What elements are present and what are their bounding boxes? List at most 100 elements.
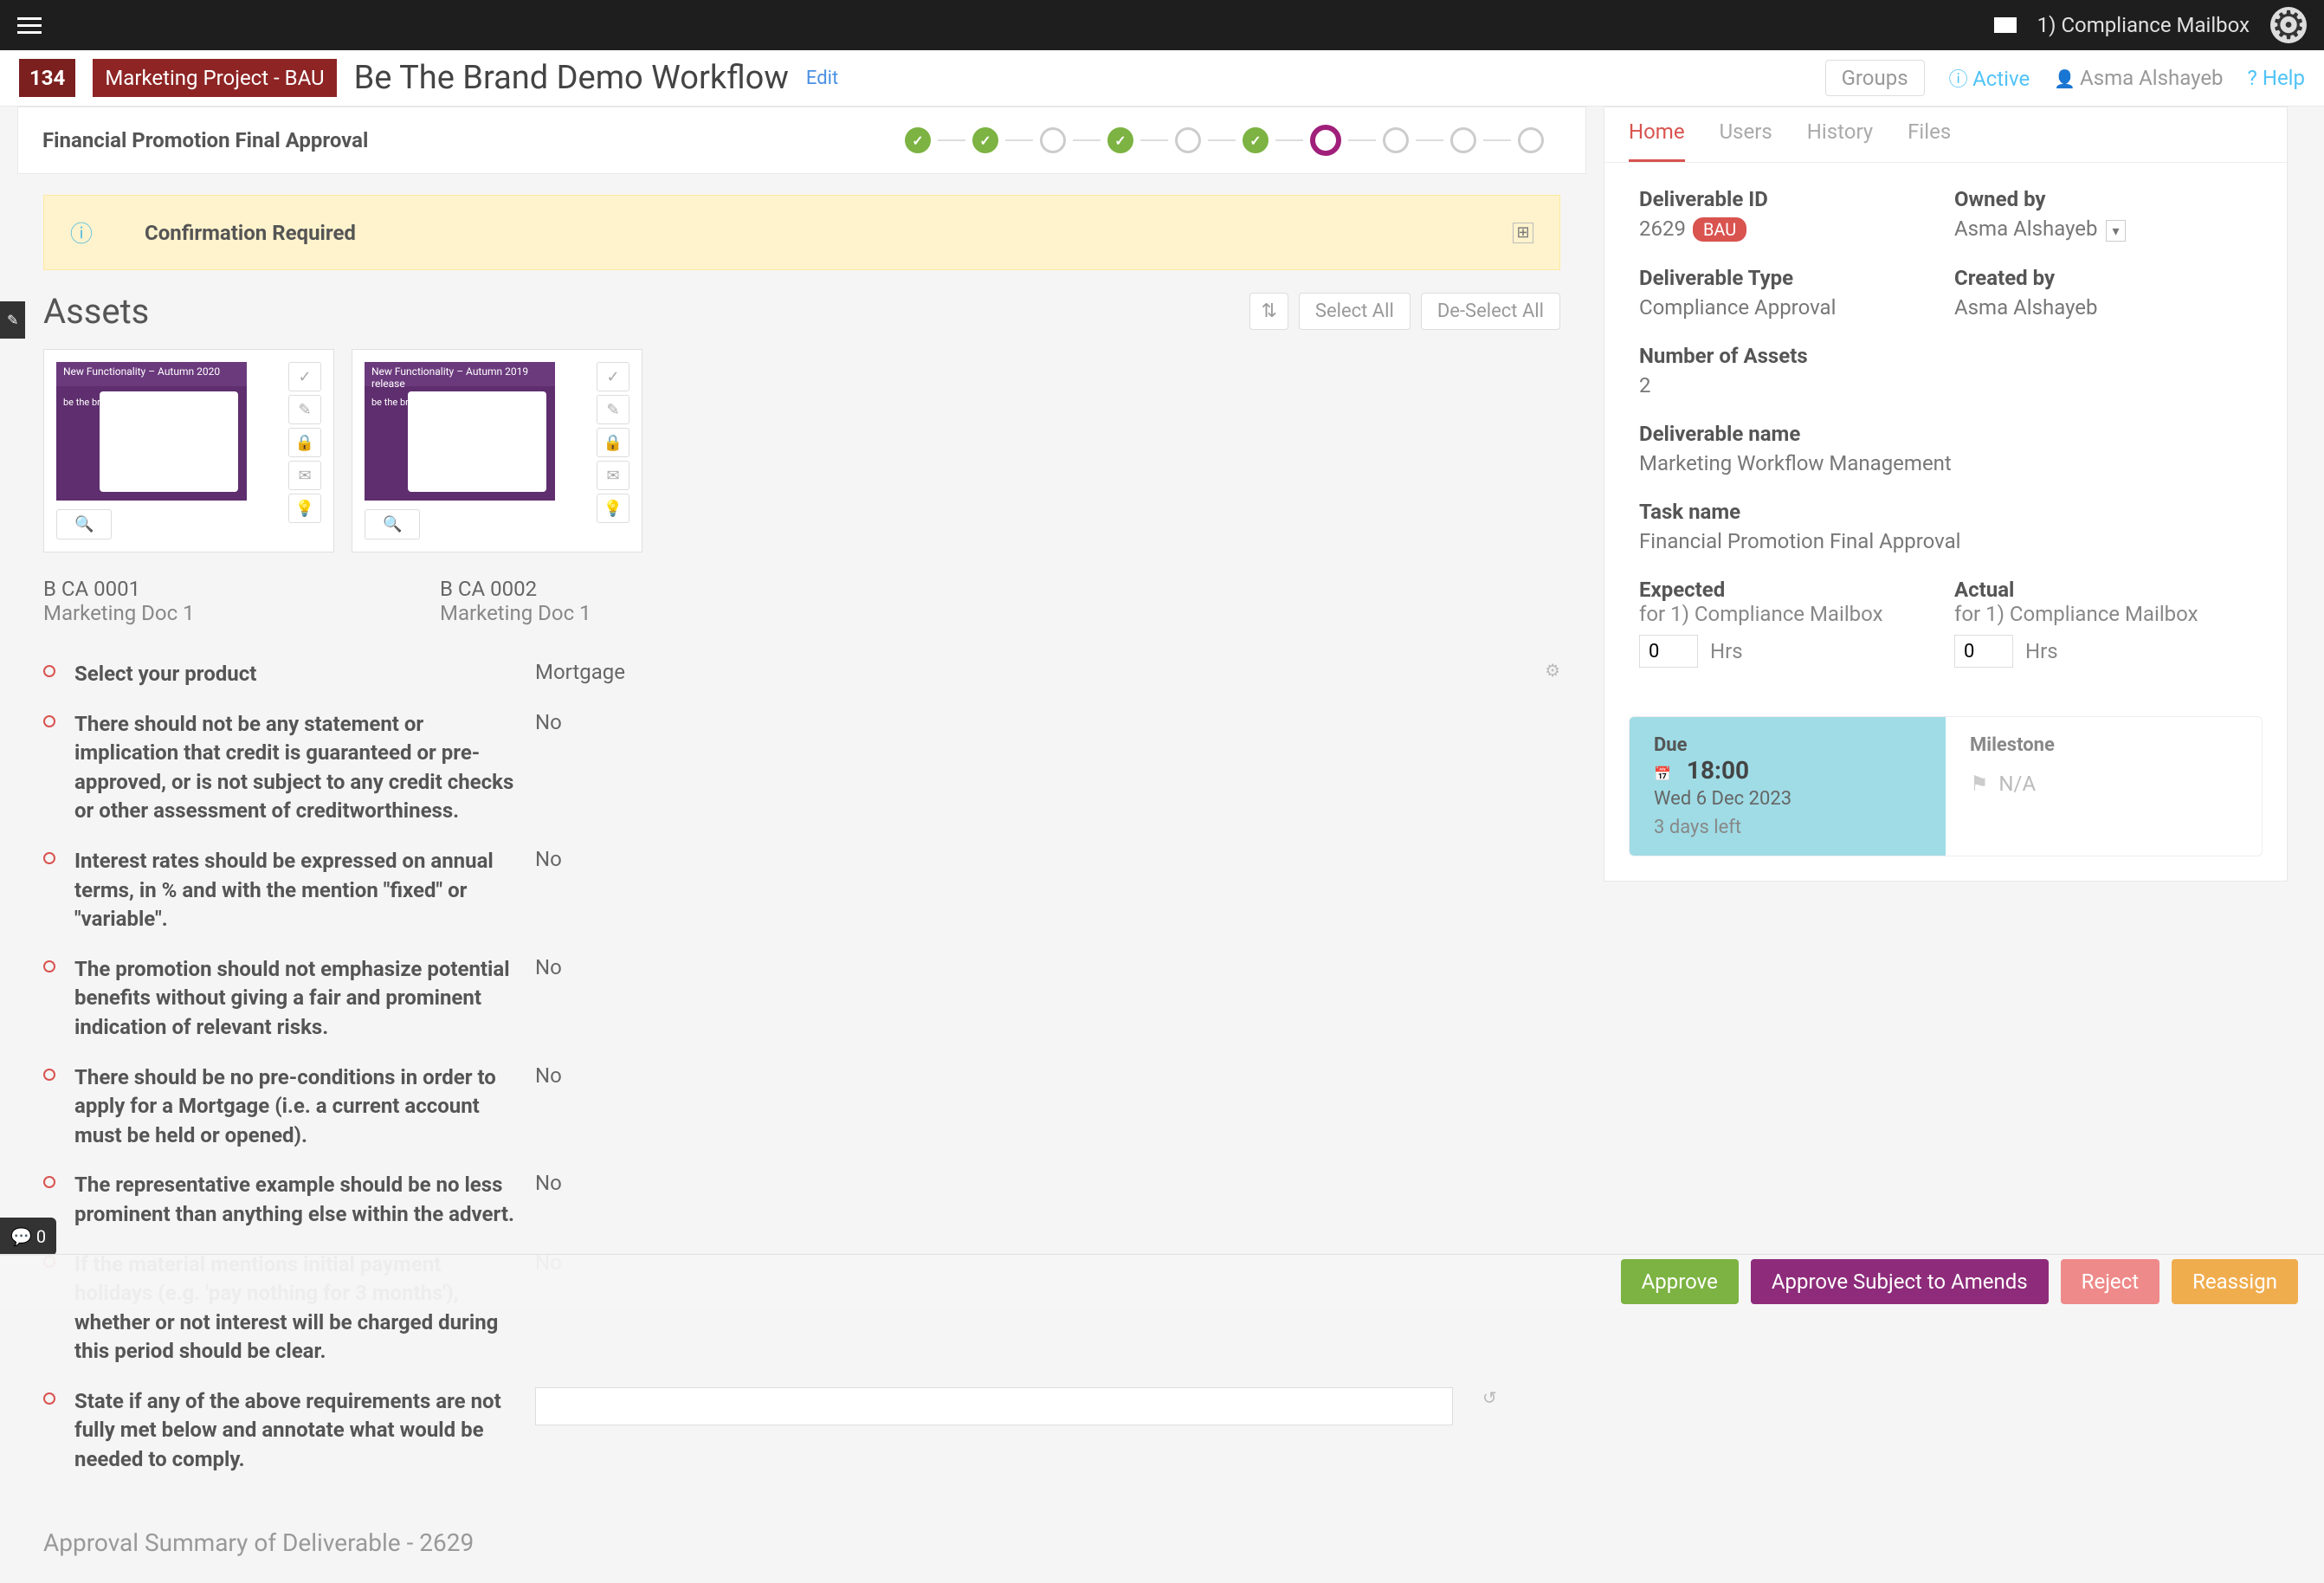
asset-idea-icon[interactable]: 💡: [597, 494, 629, 523]
q4-label: There should be no pre-conditions in ord…: [74, 1063, 516, 1151]
asset-card-1[interactable]: New Functionality – Autumn 2020 be the b…: [43, 349, 334, 552]
asset-annotate-icon[interactable]: ✉: [597, 461, 629, 490]
q3-label: The promotion should not emphasize poten…: [74, 955, 516, 1043]
q-product-value: Mortgage: [535, 660, 625, 684]
tab-home[interactable]: Home: [1629, 120, 1685, 162]
stage-step-9[interactable]: [1450, 127, 1476, 153]
created-by-label: Created by: [1954, 266, 2252, 290]
owned-by-label: Owned by: [1954, 187, 2252, 211]
q2-answer: No: [535, 847, 562, 871]
asset-select-icon[interactable]: ✓: [597, 362, 629, 391]
num-assets-label: Number of Assets: [1639, 344, 2252, 368]
stage-step-3[interactable]: [1040, 127, 1066, 153]
asset-1-code: B CA 0001: [43, 577, 334, 601]
asset-edit-icon[interactable]: ✎: [597, 395, 629, 424]
stage-label: Financial Promotion Final Approval: [42, 128, 368, 152]
asset-select-icon[interactable]: ✓: [288, 362, 321, 391]
asset-lock-icon[interactable]: 🔒: [288, 428, 321, 457]
asset-zoom-button[interactable]: 🔍: [365, 509, 420, 540]
expected-hours-input[interactable]: [1639, 635, 1698, 668]
user-mailbox-label: 1) Compliance Mailbox: [2037, 13, 2250, 37]
header-user: Asma Alshayeb: [2054, 66, 2223, 90]
stage-step-1[interactable]: [905, 127, 931, 153]
q3-answer: No: [535, 955, 562, 979]
workflow-header: 134 Marketing Project - BAU Be The Brand…: [0, 50, 2324, 107]
reject-button[interactable]: Reject: [2061, 1259, 2159, 1304]
chat-counter[interactable]: 💬 0: [0, 1218, 56, 1256]
asset-2-code: B CA 0002: [440, 577, 731, 601]
asset-thumbnail-1[interactable]: New Functionality – Autumn 2020 be the b…: [56, 362, 247, 501]
info-icon: ⓘ: [70, 216, 93, 249]
alert-expand-button[interactable]: ⊞: [1513, 223, 1533, 243]
created-by-value: Asma Alshayeb: [1954, 295, 2252, 320]
reassign-button[interactable]: Reassign: [2172, 1259, 2298, 1304]
deliverable-id: 2629: [1639, 216, 1686, 241]
asset-1-name: Marketing Doc 1: [43, 601, 334, 625]
approve-button[interactable]: Approve: [1621, 1259, 1739, 1304]
asset-zoom-button[interactable]: 🔍: [56, 509, 112, 540]
comply-notes-input[interactable]: [535, 1387, 1453, 1425]
milestone-panel: Milestone ⚑ N/A: [1946, 717, 2262, 856]
asset-edit-icon[interactable]: ✎: [288, 395, 321, 424]
select-all-button[interactable]: Select All: [1299, 293, 1411, 330]
due-panel: Due 📅18:00 Wed 6 Dec 2023 3 days left: [1630, 717, 1946, 856]
actual-for-user: 1) Compliance Mailbox: [1985, 602, 2198, 626]
q-product-config-icon[interactable]: ⚙: [1545, 660, 1560, 681]
edit-link[interactable]: Edit: [806, 68, 838, 89]
deselect-all-button[interactable]: De-Select All: [1421, 293, 1560, 330]
approve-amends-button[interactable]: Approve Subject to Amends: [1751, 1259, 2049, 1304]
asset-lock-icon[interactable]: 🔒: [597, 428, 629, 457]
asset-card-2[interactable]: New Functionality – Autumn 2019 release …: [352, 349, 642, 552]
bullet-icon: [43, 1392, 55, 1405]
reset-icon[interactable]: ↺: [1482, 1387, 1497, 1408]
side-edit-tab[interactable]: ✎: [0, 301, 25, 339]
expected-label: Expected: [1639, 578, 1937, 602]
menu-icon[interactable]: [17, 17, 42, 34]
workflow-id-badge: 134: [19, 59, 75, 97]
stage-step-2[interactable]: [972, 127, 998, 153]
calendar-icon: 📅: [1654, 766, 1671, 782]
tab-users[interactable]: Users: [1720, 120, 1772, 162]
deliverable-type-value: Compliance Approval: [1639, 295, 1937, 320]
stage-row: Financial Promotion Final Approval: [17, 107, 1586, 174]
flag-icon: ⚑: [1970, 772, 1989, 796]
asset-idea-icon[interactable]: 💡: [288, 494, 321, 523]
stage-step-4[interactable]: [1107, 127, 1133, 153]
owner-dropdown-icon[interactable]: ▾: [2106, 220, 2125, 242]
tab-files[interactable]: Files: [1908, 120, 1951, 162]
gear-icon[interactable]: [2270, 7, 2307, 43]
stage-step-6[interactable]: [1243, 127, 1269, 153]
num-assets-value: 2: [1639, 373, 2252, 397]
actual-label: Actual: [1954, 578, 2252, 602]
thumb-strip: New Functionality – Autumn 2019 release: [365, 362, 555, 386]
milestone-label: Milestone: [1970, 734, 2237, 756]
bau-tag: BAU: [1693, 217, 1746, 242]
help-link[interactable]: Help: [2248, 66, 2305, 90]
deliverable-type-label: Deliverable Type: [1639, 266, 1937, 290]
deliverable-name-label: Deliverable name: [1639, 422, 2252, 446]
asset-thumbnail-2[interactable]: New Functionality – Autumn 2019 release …: [365, 362, 555, 501]
q2-label: Interest rates should be expressed on an…: [74, 847, 516, 934]
q-product-label: Select your product: [74, 660, 516, 689]
groups-button[interactable]: Groups: [1825, 60, 1925, 96]
hrs-label: Hrs: [1710, 639, 1743, 663]
q1-label: There should not be any statement or imp…: [74, 710, 516, 826]
tab-history[interactable]: History: [1807, 120, 1873, 162]
asset-2-name: Marketing Doc 1: [440, 601, 731, 625]
due-remaining: 3 days left: [1654, 817, 1921, 838]
stage-step-8[interactable]: [1383, 127, 1409, 153]
stage-step-7-current[interactable]: [1310, 125, 1341, 156]
confirmation-alert: ⓘ Confirmation Required ⊞: [43, 195, 1560, 270]
q1-answer: No: [535, 710, 562, 734]
expected-for-user: 1) Compliance Mailbox: [1670, 602, 1882, 626]
stage-step-5[interactable]: [1175, 127, 1201, 153]
bullet-icon: [43, 1069, 55, 1081]
hrs-label: Hrs: [2025, 639, 2058, 663]
project-badge[interactable]: Marketing Project - BAU: [93, 59, 336, 97]
alert-label: Confirmation Required: [145, 221, 356, 245]
actual-hours-input[interactable]: [1954, 635, 2013, 668]
stage-step-10[interactable]: [1518, 127, 1544, 153]
uk-flag-icon[interactable]: [1994, 17, 2017, 33]
assets-sort-button[interactable]: ⇅: [1249, 293, 1288, 330]
asset-annotate-icon[interactable]: ✉: [288, 461, 321, 490]
